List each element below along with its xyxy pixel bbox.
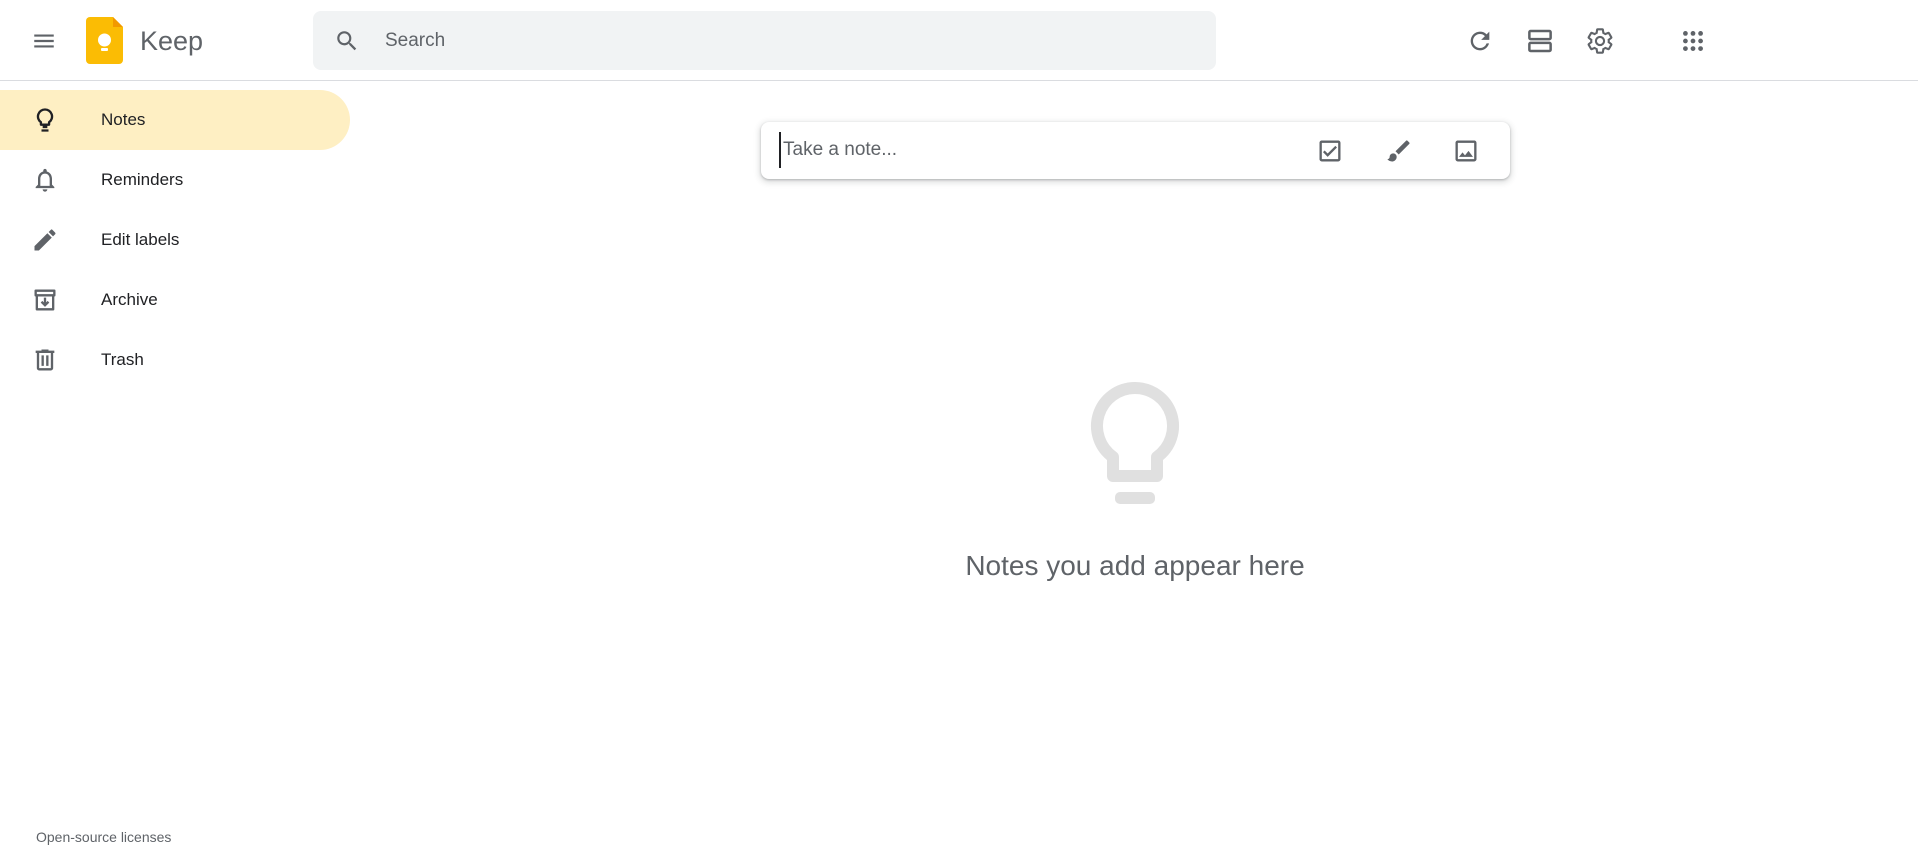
- sidebar-item-label: Reminders: [101, 170, 184, 189]
- hamburger-menu-icon: [34, 34, 54, 48]
- settings-button[interactable]: [1576, 17, 1624, 65]
- google-apps-button[interactable]: [1669, 17, 1717, 65]
- sidebar-item-reminders[interactable]: Reminders: [0, 150, 350, 210]
- checkbox-icon: [1319, 140, 1341, 162]
- app-title[interactable]: Keep: [140, 24, 203, 58]
- lightbulb-icon: [1090, 382, 1180, 504]
- open-source-licenses-link[interactable]: Open-source licenses: [36, 829, 171, 845]
- bell-icon: [30, 165, 60, 195]
- list-view-icon: [1528, 29, 1552, 53]
- refresh-icon: [1470, 31, 1490, 51]
- sidebar-item-archive[interactable]: Archive: [0, 270, 350, 330]
- trash-icon: [30, 345, 60, 375]
- new-list-button[interactable]: [1306, 127, 1354, 175]
- sidebar-item-edit-labels[interactable]: Edit labels: [0, 210, 350, 270]
- image-icon: [1455, 140, 1477, 162]
- new-drawing-button[interactable]: [1375, 127, 1423, 175]
- search-button[interactable]: [323, 17, 371, 65]
- navigation-drawer: Notes Reminders Edit labels Archive Tras…: [0, 90, 350, 390]
- empty-state: Notes you add appear here: [900, 380, 1370, 582]
- sidebar-item-label: Notes: [101, 110, 146, 129]
- sidebar-item-label: Archive: [101, 290, 158, 309]
- sidebar-item-trash[interactable]: Trash: [0, 330, 350, 390]
- search-icon: [337, 30, 357, 50]
- search-bar[interactable]: [313, 11, 1216, 70]
- keep-logo-icon[interactable]: [86, 17, 123, 64]
- take-note-bar[interactable]: [761, 122, 1510, 179]
- search-input[interactable]: [383, 20, 1183, 61]
- sidebar-item-notes[interactable]: Notes: [0, 90, 350, 150]
- archive-icon: [30, 285, 60, 315]
- new-image-note-button[interactable]: [1442, 127, 1490, 175]
- lightbulb-icon: [30, 105, 60, 135]
- pencil-icon: [30, 225, 60, 255]
- take-note-input[interactable]: [779, 132, 1279, 168]
- gear-icon: [1587, 28, 1613, 54]
- main-menu-button[interactable]: [20, 17, 68, 65]
- list-view-button[interactable]: [1516, 17, 1564, 65]
- refresh-button[interactable]: [1456, 17, 1504, 65]
- apps-grid-icon: [1683, 31, 1703, 51]
- sidebar-item-label: Edit labels: [101, 230, 180, 249]
- brush-icon: [1387, 140, 1410, 162]
- sidebar-item-label: Trash: [101, 350, 144, 369]
- empty-state-message: Notes you add appear here: [965, 550, 1305, 581]
- top-app-bar: Keep: [0, 0, 1918, 81]
